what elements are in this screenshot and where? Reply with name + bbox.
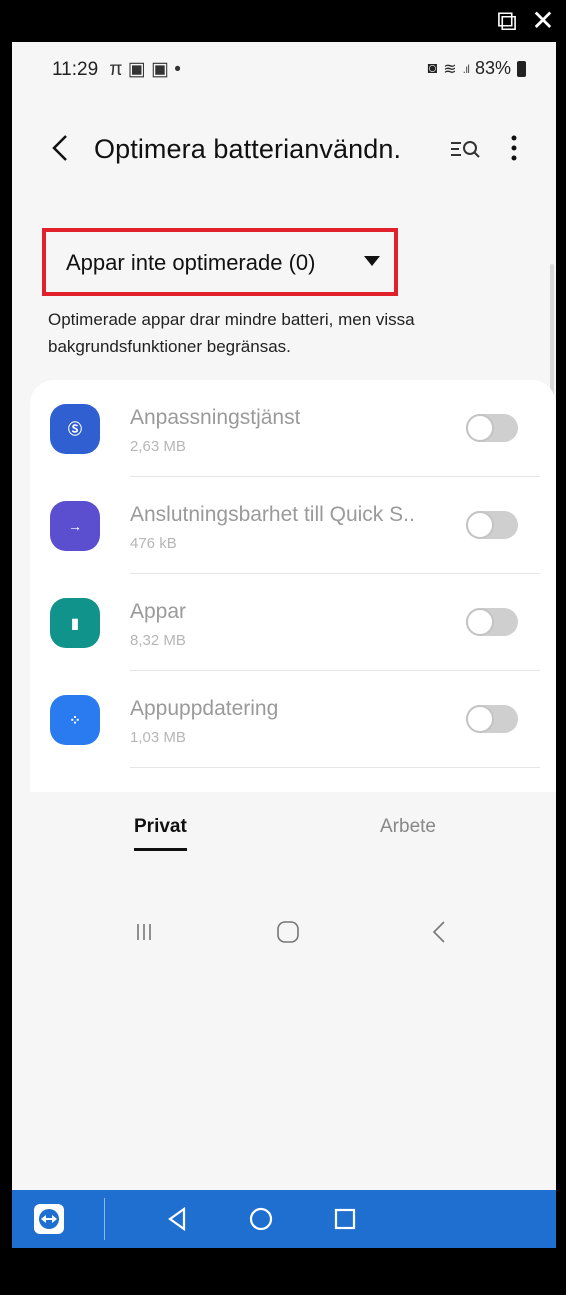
- chevron-left-icon[interactable]: [46, 128, 76, 168]
- right-frame: [556, 42, 566, 1248]
- filter-dropdown[interactable]: Appar inte optimerade (0): [42, 228, 398, 296]
- list-item[interactable]: ▮ Appar 8,32 MB: [30, 574, 556, 671]
- lock-icon: ◙: [427, 59, 438, 77]
- app-size: 8,32 MB: [130, 632, 186, 649]
- list-item[interactable]: ⁘ Appuppdatering 1,03 MB: [30, 671, 556, 768]
- tab-work[interactable]: Arbete: [380, 816, 436, 838]
- app-size: 2,63 MB: [130, 438, 186, 455]
- app-icon: ⁘: [50, 695, 100, 745]
- circle-home-icon[interactable]: [246, 1204, 276, 1234]
- app-size: 476 kB: [130, 535, 177, 552]
- app-name: Appuppdatering: [130, 697, 279, 720]
- signal-icon: .ıl: [462, 61, 470, 76]
- filter-label: Appar inte optimerade (0): [66, 250, 316, 275]
- home-icon[interactable]: [266, 912, 310, 952]
- optimize-toggle[interactable]: [466, 705, 518, 733]
- profile-tabs: Privat Arbete: [12, 792, 556, 882]
- window-bottom: [0, 1248, 566, 1295]
- app-list: Ⓢ Anpassningstjänst 2,63 MB → Anslutningsbar…: [30, 380, 556, 800]
- toggle-knob: [466, 705, 494, 733]
- back-icon[interactable]: [418, 912, 462, 952]
- tab-indicator: [134, 848, 187, 851]
- list-item[interactable]: Ⓢ Anpassningstjänst 2,63 MB: [30, 380, 556, 477]
- description-text: Optimerade appar drar mindre batteri, me…: [48, 310, 415, 356]
- window-chrome: ⧉ ✕: [0, 0, 566, 44]
- battery-icon: [517, 60, 526, 77]
- toggle-knob: [466, 414, 494, 442]
- external-window-icon[interactable]: ⧉: [494, 6, 520, 36]
- app-name: Anslutningsbarhet till Quick S..: [130, 503, 415, 526]
- square-recent-icon[interactable]: [330, 1204, 360, 1234]
- app-icon: Ⓢ: [50, 404, 100, 454]
- toggle-knob: [466, 511, 494, 539]
- app-name: Appar: [130, 600, 187, 623]
- more-vertical-icon[interactable]: [502, 130, 526, 166]
- toggle-knob: [466, 608, 494, 636]
- close-icon[interactable]: ✕: [530, 6, 556, 36]
- remote-control-bar: [12, 1190, 556, 1248]
- status-right: ◙ ≋ .ıl 83%: [428, 58, 526, 79]
- separator: [104, 1198, 105, 1240]
- system-nav-bar: [12, 892, 556, 972]
- recent-apps-icon[interactable]: [122, 912, 166, 952]
- notification-icons: π ▣ ▣ •: [109, 59, 181, 80]
- app-name: Anpassningstjänst: [130, 406, 301, 429]
- clock-text: 11:29: [52, 59, 99, 80]
- search-list-icon[interactable]: [448, 134, 484, 164]
- optimize-toggle[interactable]: [466, 414, 518, 442]
- page-title: Optimera batterianvändn.: [94, 134, 402, 164]
- triangle-back-icon[interactable]: [162, 1204, 192, 1234]
- tab-private-label: Privat: [134, 816, 187, 837]
- optimize-toggle[interactable]: [466, 608, 518, 636]
- wifi-icon: ≋: [443, 60, 457, 78]
- left-frame: [0, 42, 12, 1248]
- battery-percent: 83%: [474, 58, 511, 78]
- caret-down-icon: [364, 256, 380, 266]
- status-time: 11:29 π ▣ ▣ •: [52, 58, 181, 81]
- list-item[interactable]: → Anslutningsbarhet till Quick S.. 476 kB: [30, 477, 556, 574]
- phone-screen: 11:29 π ▣ ▣ • ◙ ≋ .ıl 83% Optimera batte…: [12, 42, 556, 1238]
- optimize-toggle[interactable]: [466, 511, 518, 539]
- app-size: 1,03 MB: [130, 729, 186, 746]
- status-bar: 11:29 π ▣ ▣ • ◙ ≋ .ıl 83%: [12, 42, 556, 98]
- app-icon: →: [50, 501, 100, 551]
- tab-private[interactable]: Privat: [134, 816, 187, 851]
- teamviewer-icon[interactable]: [34, 1204, 64, 1234]
- app-bar: Optimera batterianvändn.: [12, 122, 556, 182]
- app-icon: ▮: [50, 598, 100, 648]
